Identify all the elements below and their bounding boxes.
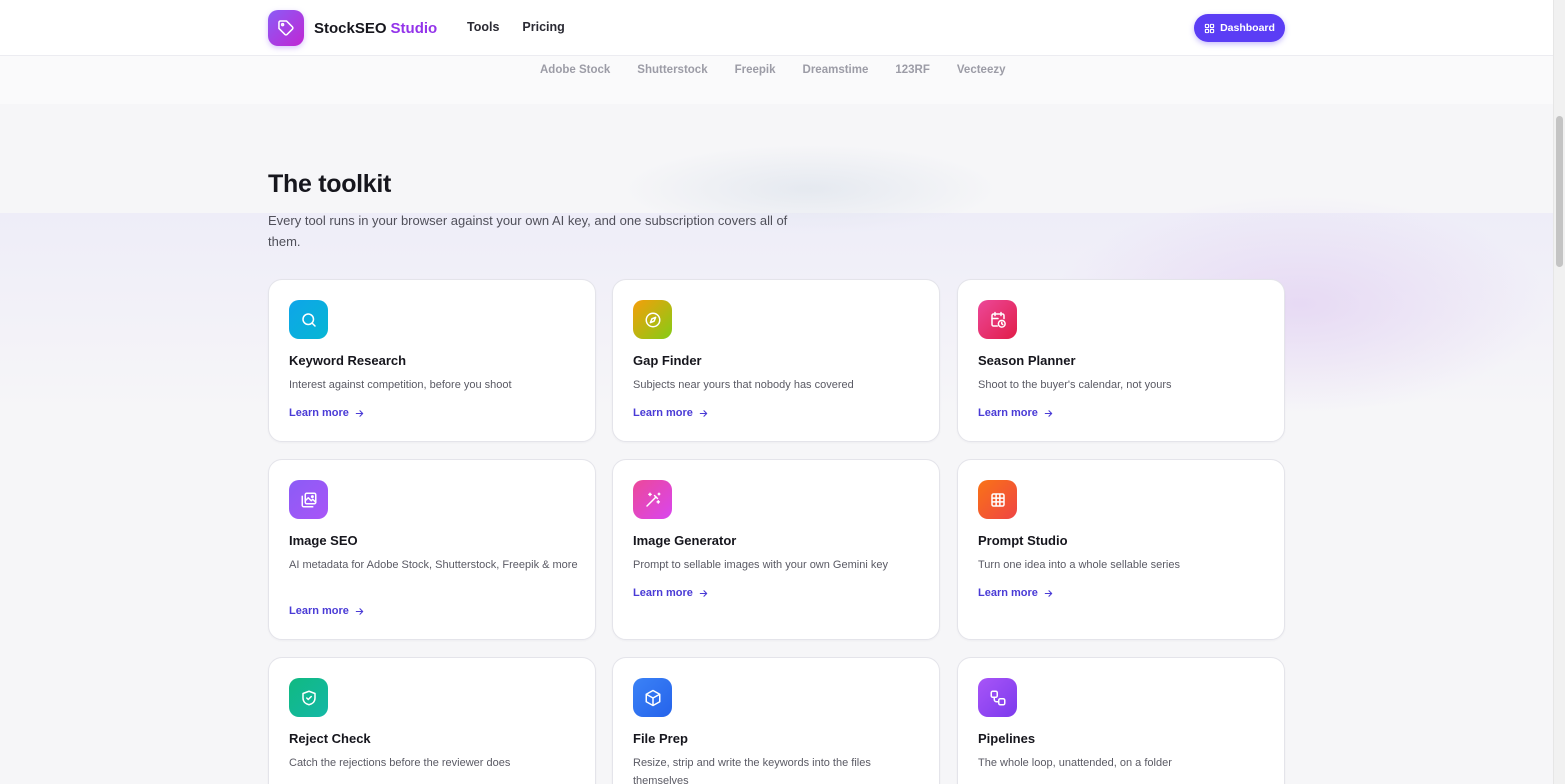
shield-check-icon: [289, 678, 328, 717]
calendar-clock-icon: [978, 300, 1017, 339]
tool-title: Pipelines: [978, 731, 1036, 746]
arrow-right-icon: [1044, 589, 1053, 597]
learn-more-link[interactable]: Learn more: [289, 605, 365, 617]
learn-more-link[interactable]: Learn more: [289, 407, 365, 419]
tool-card-reject-check[interactable]: Reject Check Catch the rejections before…: [268, 657, 596, 784]
workflow-icon: [978, 678, 1017, 717]
image-icon: [289, 480, 328, 519]
tool-title: Image SEO: [289, 533, 358, 548]
tool-title: Image Generator: [633, 533, 737, 548]
tool-card-image-seo[interactable]: Image SEO AI metadata for Adobe Stock, S…: [268, 459, 596, 640]
tool-card-gap-finder[interactable]: Gap Finder Subjects near yours that nobo…: [612, 279, 940, 442]
tool-title: Keyword Research: [289, 353, 407, 368]
brand-accent: Studio: [390, 19, 438, 37]
arrow-right-icon: [355, 607, 364, 615]
arrow-right-icon: [699, 589, 708, 597]
tool-description: The whole loop, unattended, on a folder: [978, 757, 1172, 769]
marketplace-shutterstock: Shutterstock: [637, 64, 708, 76]
learn-more-label: Learn more: [289, 407, 349, 419]
tool-card-file-prep[interactable]: File Prep Resize, strip and write the ke…: [612, 657, 940, 784]
marketplace-vecteezy: Vecteezy: [956, 64, 1006, 76]
learn-more-label: Learn more: [978, 587, 1038, 599]
learn-more-link[interactable]: Learn more: [633, 587, 709, 599]
tool-title: Reject Check: [289, 731, 371, 746]
nav-tools[interactable]: Tools: [467, 20, 499, 34]
tool-title: Prompt Studio: [978, 533, 1068, 548]
tool-card-prompt-studio[interactable]: Prompt Studio Turn one idea into a whole…: [957, 459, 1285, 640]
arrow-right-icon: [355, 409, 364, 417]
tool-description: Interest against competition, before you…: [289, 379, 512, 391]
tool-title: Gap Finder: [633, 353, 702, 368]
dashboard-button[interactable]: Dashboard: [1194, 14, 1285, 42]
magic-wand-icon: [633, 480, 672, 519]
top-nav-bar: StockSEO Studio Tools Pricing Dashboard: [0, 0, 1553, 56]
tool-description: Turn one idea into a whole sellable seri…: [978, 559, 1180, 571]
tool-description: Resize, strip and write the keywords int…: [633, 757, 871, 784]
learn-more-label: Learn more: [633, 587, 693, 599]
search-icon: [289, 300, 328, 339]
main-nav: Tools Pricing: [467, 20, 565, 34]
dashboard-label: Dashboard: [1220, 22, 1275, 34]
scrollbar-thumb[interactable]: [1556, 116, 1563, 267]
learn-more-label: Learn more: [978, 407, 1038, 419]
learn-more-link[interactable]: Learn more: [978, 407, 1054, 419]
nav-pricing[interactable]: Pricing: [522, 20, 564, 34]
tool-description: AI metadata for Adobe Stock, Shutterstoc…: [289, 559, 578, 571]
tool-description: Prompt to sellable images with your own …: [633, 559, 888, 571]
tool-description: Subjects near yours that nobody has cove…: [633, 379, 854, 391]
tool-card-season-planner[interactable]: Season Planner Shoot to the buyer's cale…: [957, 279, 1285, 442]
marketplace-freepik: Freepik: [734, 64, 776, 76]
learn-more-link[interactable]: Learn more: [633, 407, 709, 419]
tool-title: Season Planner: [978, 353, 1076, 368]
tag-icon: [268, 10, 304, 46]
learn-more-link[interactable]: Learn more: [978, 587, 1054, 599]
tool-description: Shoot to the buyer's calendar, not yours: [978, 379, 1172, 391]
box-icon: [633, 678, 672, 717]
marketplace-adobe-stock: Adobe Stock: [540, 64, 611, 76]
learn-more-label: Learn more: [289, 605, 349, 617]
arrow-right-icon: [699, 409, 708, 417]
arrow-right-icon: [1044, 409, 1053, 417]
dashboard-grid-icon: [1204, 23, 1215, 33]
tool-card-keyword-research[interactable]: Keyword Research Interest against compet…: [268, 279, 596, 442]
brand[interactable]: StockSEO Studio: [268, 10, 437, 46]
grid-icon: [978, 480, 1017, 519]
tool-card-image-generator[interactable]: Image Generator Prompt to sellable image…: [612, 459, 940, 640]
tool-description: Catch the rejections before the reviewer…: [289, 757, 511, 769]
marketplace-123rf: 123RF: [895, 64, 930, 76]
tool-title: File Prep: [633, 731, 688, 746]
learn-more-label: Learn more: [633, 407, 693, 419]
tool-card-pipelines[interactable]: Pipelines The whole loop, unattended, on…: [957, 657, 1285, 784]
brand-name: StockSEO: [314, 19, 387, 37]
section-subtitle: Every tool runs in your browser against …: [268, 213, 788, 249]
compass-icon: [633, 300, 672, 339]
marketplace-list: Adobe Stock Shutterstock Freepik Dreamst…: [540, 64, 1006, 76]
section-title: The toolkit: [268, 170, 392, 198]
marketplace-dreamstime: Dreamstime: [802, 64, 869, 76]
